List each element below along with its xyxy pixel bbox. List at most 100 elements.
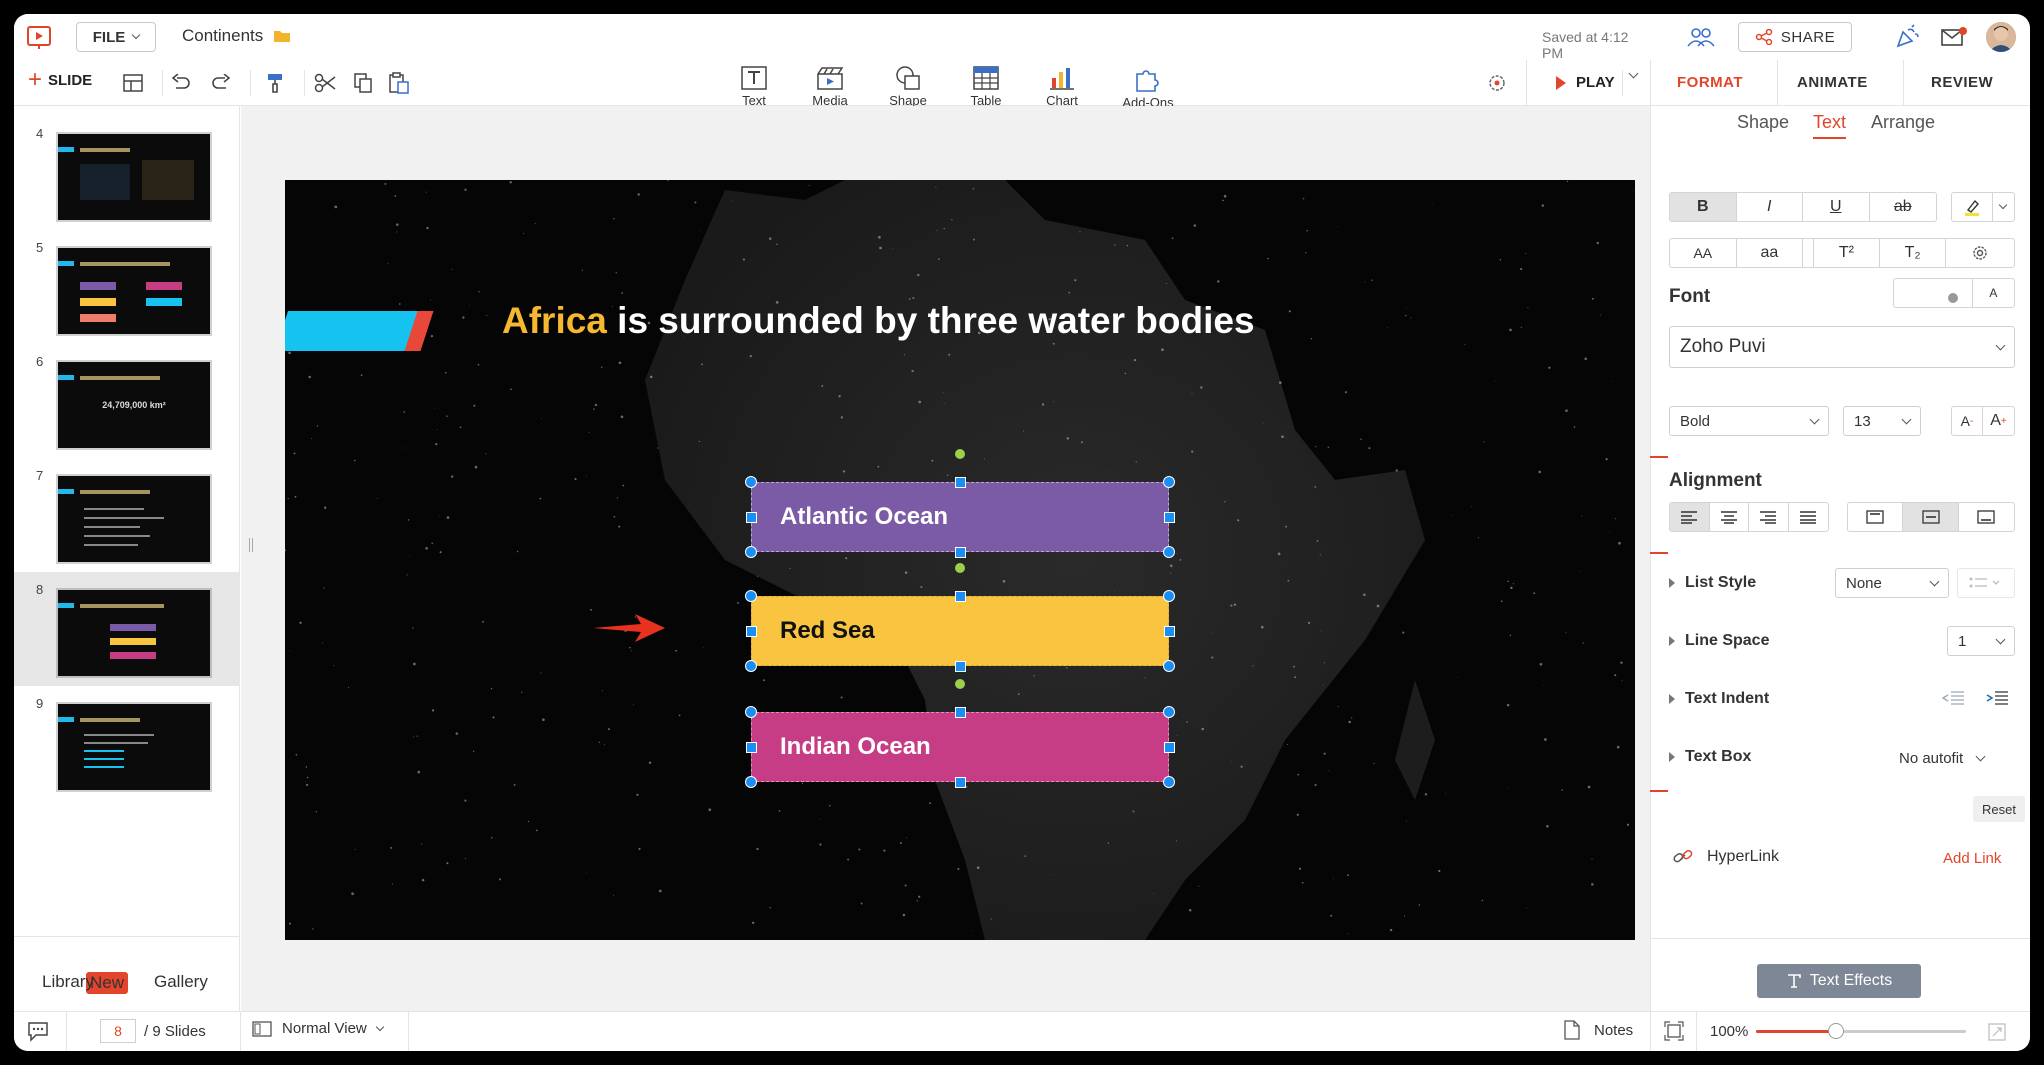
- library-tab[interactable]: Library: [42, 972, 94, 992]
- resize-handle[interactable]: [954, 546, 966, 558]
- slide-thumbnail[interactable]: [56, 132, 212, 222]
- bullet-options[interactable]: [1957, 568, 2015, 598]
- play-button[interactable]: PLAY: [1556, 74, 1615, 91]
- resize-handle[interactable]: [745, 476, 757, 488]
- resize-handle[interactable]: [1163, 590, 1175, 602]
- file-menu-button[interactable]: FILE: [76, 22, 156, 52]
- resize-handle[interactable]: [1163, 476, 1175, 488]
- resize-handle[interactable]: [745, 741, 757, 753]
- slide-thumbnail-row[interactable]: 6 24,709,000 km²: [14, 344, 240, 458]
- document-title[interactable]: Continents: [182, 26, 291, 46]
- strikethrough-button[interactable]: ab: [1870, 193, 1937, 221]
- resize-handle[interactable]: [745, 625, 757, 637]
- font-color-swatch[interactable]: [1894, 279, 1973, 307]
- insert-addons-button[interactable]: Add-Ons: [1108, 66, 1188, 110]
- paste-icon[interactable]: [384, 68, 414, 98]
- fullscreen-icon[interactable]: [1988, 1023, 2006, 1046]
- folder-icon[interactable]: [273, 29, 291, 43]
- subtab-arrange[interactable]: Arrange: [1871, 112, 1935, 133]
- italic-button[interactable]: I: [1737, 193, 1803, 221]
- align-bottom-button[interactable]: [1959, 503, 2014, 531]
- highlight-color-button[interactable]: [1952, 193, 1993, 221]
- insert-table-button[interactable]: Table: [946, 66, 1026, 108]
- rotate-handle[interactable]: [955, 449, 965, 459]
- list-style-select[interactable]: None: [1835, 568, 1949, 598]
- font-family-select[interactable]: Zoho Puvi: [1669, 326, 2015, 368]
- align-right-button[interactable]: [1749, 503, 1789, 531]
- text-indent-row[interactable]: Text Indent: [1669, 690, 1769, 708]
- fit-to-window-icon[interactable]: [1664, 1021, 1684, 1046]
- resize-handle[interactable]: [1163, 511, 1175, 523]
- subscript-button[interactable]: T₂: [1880, 239, 1947, 267]
- cut-icon[interactable]: [310, 68, 340, 98]
- align-top-button[interactable]: [1848, 503, 1904, 531]
- resize-handle[interactable]: [954, 660, 966, 672]
- lowercase-button[interactable]: aa: [1737, 239, 1804, 267]
- reset-button[interactable]: Reset: [1973, 796, 2025, 822]
- insert-text-button[interactable]: Text: [714, 66, 794, 108]
- copy-icon[interactable]: [348, 68, 378, 98]
- user-avatar[interactable]: [1986, 22, 2016, 52]
- slide-thumbnail-row[interactable]: 7: [14, 458, 240, 572]
- resize-handle[interactable]: [745, 706, 757, 718]
- align-left-button[interactable]: [1670, 503, 1710, 531]
- format-painter-icon[interactable]: [260, 68, 290, 98]
- current-slide[interactable]: Africa is surrounded by three water bodi…: [285, 180, 1635, 940]
- slide-thumbnail[interactable]: [56, 474, 212, 564]
- resize-handle[interactable]: [1163, 546, 1175, 558]
- underline-button[interactable]: U: [1803, 193, 1870, 221]
- insert-shape-button[interactable]: Shape: [868, 66, 948, 108]
- add-link-button[interactable]: Add Link: [1943, 850, 2001, 867]
- text-box-red-sea[interactable]: Red Sea: [751, 596, 1169, 666]
- tab-animate[interactable]: ANIMATE: [1797, 74, 1868, 91]
- whats-new-icon[interactable]: [1894, 24, 1920, 55]
- app-logo-icon[interactable]: [26, 24, 52, 50]
- play-options-dropdown[interactable]: [1628, 68, 1639, 79]
- align-justify-button[interactable]: [1789, 503, 1828, 531]
- resize-handle[interactable]: [745, 546, 757, 558]
- align-middle-button[interactable]: [1903, 503, 1959, 531]
- collaborators-icon[interactable]: [1686, 26, 1716, 53]
- resize-handle[interactable]: [1163, 706, 1175, 718]
- undo-icon[interactable]: [166, 68, 196, 98]
- decrease-indent-icon[interactable]: [1941, 690, 1965, 711]
- feedback-mail-icon[interactable]: [1940, 26, 1968, 53]
- slide-thumbnail-row-active[interactable]: 8: [14, 572, 240, 686]
- font-weight-select[interactable]: Bold: [1669, 406, 1829, 436]
- text-box-indian-ocean[interactable]: Indian Ocean: [751, 712, 1169, 782]
- superscript-button[interactable]: T²: [1813, 239, 1880, 267]
- current-page-input[interactable]: 8: [100, 1019, 136, 1043]
- resize-handle[interactable]: [1163, 776, 1175, 788]
- line-space-select[interactable]: 1: [1947, 626, 2015, 656]
- bold-button[interactable]: B: [1670, 193, 1737, 221]
- decrease-font-size-button[interactable]: A-: [1952, 407, 1984, 435]
- resize-handle[interactable]: [745, 511, 757, 523]
- resize-handle[interactable]: [745, 776, 757, 788]
- zoom-slider[interactable]: [1756, 1023, 1966, 1039]
- font-color-picker[interactable]: A: [1973, 279, 2014, 307]
- text-box-row[interactable]: Text Box: [1669, 748, 1751, 766]
- slide-title[interactable]: Africa is surrounded by three water bodi…: [502, 300, 1255, 342]
- highlight-dropdown[interactable]: [1993, 193, 2014, 221]
- gallery-tab[interactable]: Gallery: [154, 972, 208, 992]
- notes-button[interactable]: Notes: [1564, 1020, 1633, 1040]
- increase-indent-icon[interactable]: [1985, 690, 2009, 711]
- uppercase-button[interactable]: AA: [1670, 239, 1737, 267]
- resize-handle[interactable]: [745, 660, 757, 672]
- tab-review[interactable]: REVIEW: [1931, 74, 1993, 91]
- resize-handle[interactable]: [1163, 625, 1175, 637]
- align-center-button[interactable]: [1710, 503, 1749, 531]
- view-mode-select[interactable]: Normal View: [252, 1020, 384, 1037]
- resize-handle[interactable]: [745, 590, 757, 602]
- resize-handle[interactable]: [1163, 741, 1175, 753]
- line-space-row[interactable]: Line Space: [1669, 632, 1769, 650]
- slide-thumbnail-row[interactable]: 5: [14, 230, 240, 344]
- panel-resize-handle[interactable]: [249, 538, 253, 552]
- slide-thumbnail[interactable]: [56, 588, 212, 678]
- resize-handle[interactable]: [954, 476, 966, 488]
- resize-handle[interactable]: [954, 706, 966, 718]
- slide-thumbnail[interactable]: [56, 702, 212, 792]
- subtab-text[interactable]: Text: [1813, 112, 1847, 139]
- rotate-handle[interactable]: [955, 679, 965, 689]
- text-box-atlantic-ocean[interactable]: Atlantic Ocean: [751, 482, 1169, 552]
